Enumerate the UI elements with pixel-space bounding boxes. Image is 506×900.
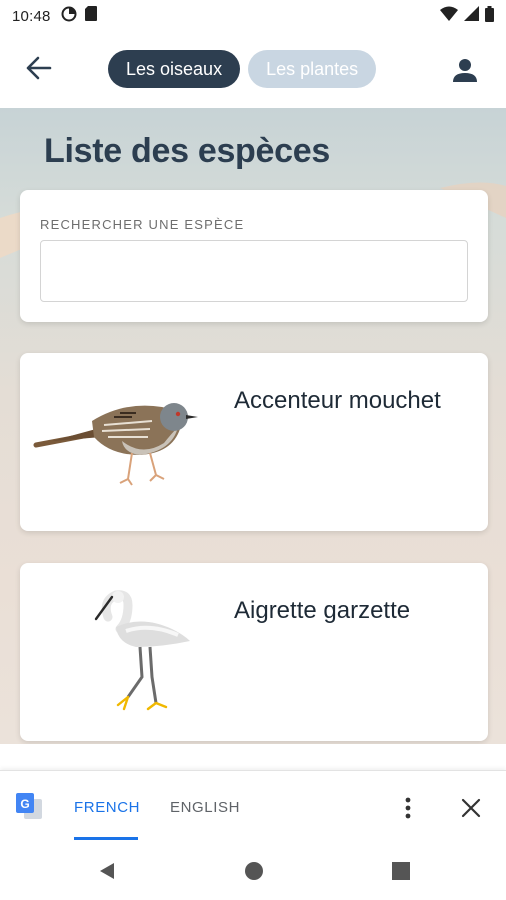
google-translate-icon[interactable]: G [16, 793, 44, 821]
language-tab-french[interactable]: FRENCH [74, 799, 140, 816]
language-tab-english[interactable]: ENGLISH [170, 799, 240, 816]
nav-home-icon [243, 862, 265, 886]
signal-icon [464, 6, 479, 26]
little-egret-illustration [32, 577, 212, 727]
profile-button[interactable] [450, 56, 480, 86]
back-button[interactable] [18, 52, 58, 88]
species-list-screen: Liste des espèces RECHERCHER UNE ESPÈCE [0, 108, 506, 744]
arrow-back-icon [24, 56, 52, 85]
dunnock-bird-illustration [32, 367, 212, 517]
status-bar: 10:48 [0, 0, 506, 32]
more-options-button[interactable] [398, 795, 418, 821]
species-name: Accenteur mouchet [234, 387, 441, 414]
nav-recents-icon [390, 862, 412, 886]
svg-text:G: G [20, 797, 29, 811]
app-bar: Les oiseaux Les plantes [0, 32, 506, 108]
nav-back-button[interactable] [96, 860, 118, 882]
more-vert-icon [398, 797, 418, 825]
species-card-aigrette-garzette[interactable]: Aigrette garzette [20, 563, 488, 741]
system-nav-bar [0, 842, 506, 900]
translate-bar: G FRENCH ENGLISH [0, 770, 506, 842]
battery-icon [485, 5, 494, 27]
nav-back-icon [96, 863, 118, 886]
search-label: RECHERCHER UNE ESPÈCE [40, 217, 245, 232]
person-icon [450, 59, 480, 90]
species-card-accenteur-mouchet[interactable]: Accenteur mouchet [20, 353, 488, 531]
page-title: Liste des espèces [44, 132, 330, 170]
close-translate-button[interactable] [458, 795, 484, 821]
species-name: Aigrette garzette [234, 597, 411, 624]
tab-les-plantes[interactable]: Les plantes [248, 50, 377, 88]
search-card: RECHERCHER UNE ESPÈCE [20, 190, 488, 322]
status-time: 10:48 [12, 7, 51, 25]
category-tabs: Les oiseaux Les plantes [108, 50, 377, 88]
tab-les-oiseaux[interactable]: Les oiseaux [108, 50, 241, 88]
sd-card-icon [84, 6, 97, 26]
nav-recents-button[interactable] [390, 860, 412, 882]
species-search-input[interactable] [40, 240, 468, 302]
nav-home-button[interactable] [243, 860, 265, 882]
selected-language-indicator [74, 837, 138, 840]
data-saver-icon [61, 6, 77, 27]
close-icon [458, 798, 484, 825]
wifi-icon [440, 6, 458, 26]
